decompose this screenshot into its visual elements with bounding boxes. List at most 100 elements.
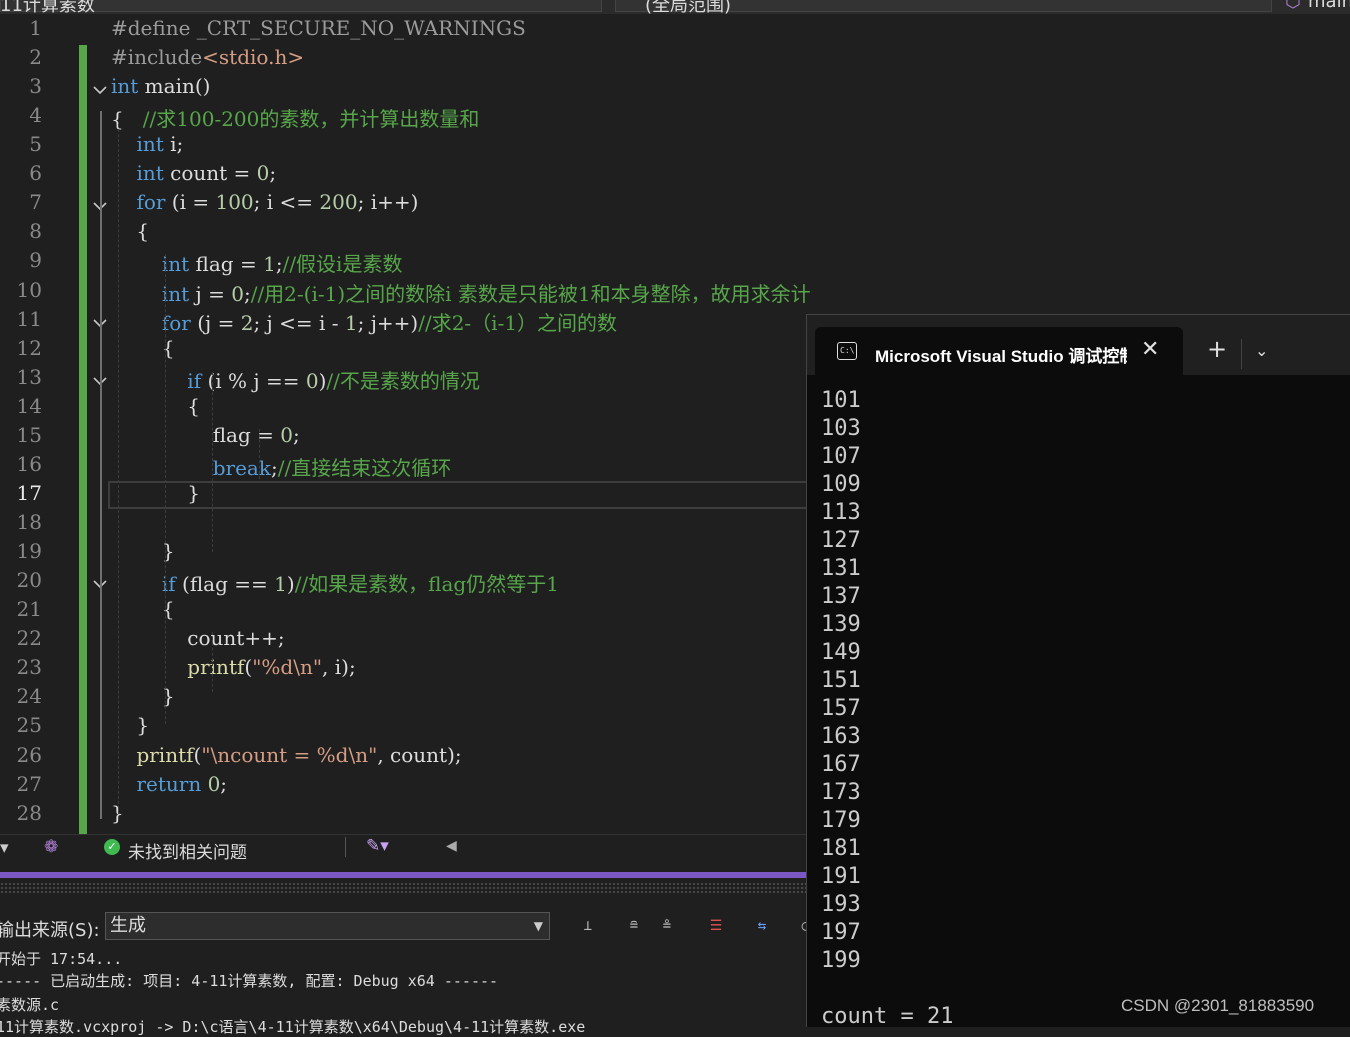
previous-message-icon[interactable]: ≘ [622, 915, 646, 937]
code-token: } [111, 480, 201, 505]
line-number: 10 [16, 277, 42, 302]
change-indicator-bar [79, 45, 87, 834]
code-editor[interactable]: 1 2 3 4 5 6 7 8 9 10 11 12 13 14 15 16 17 18 19 20 21 22 23 24 2… [0, 14, 810, 834]
code-token: 2 [240, 310, 254, 335]
code-line: printf("\ncount = %d\n", count); [111, 742, 461, 767]
code-token: ; j++) [357, 310, 419, 335]
terminal-line: 179 [821, 808, 861, 833]
line-number: 14 [16, 393, 42, 418]
code-token: //求2-（i-1）之间的数 [418, 310, 618, 335]
terminal-tab[interactable]: C:\ Microsoft Visual Studio 调试控制台 ✕ [815, 327, 1183, 375]
fold-chevron-icon[interactable] [93, 314, 107, 327]
code-token: { [111, 219, 150, 244]
chevron-down-icon: ▼ [533, 919, 543, 933]
code-token: (j = [190, 310, 241, 335]
terminal-line: 137 [821, 584, 861, 609]
code-token: ) [286, 572, 295, 597]
scope-label[interactable]: (全局范围) [645, 0, 731, 14]
tab-divider [1241, 339, 1242, 369]
next-message-icon[interactable]: ≗ [655, 915, 679, 937]
panel-splitter[interactable] [0, 872, 810, 878]
line-number: 24 [16, 684, 42, 709]
watermark: CSDN @2301_81883590 [1121, 996, 1315, 1015]
code-token: { [111, 393, 201, 418]
fold-chevron-icon[interactable] [93, 81, 107, 95]
current-line-highlight [108, 481, 808, 509]
code-line: if (flag == 1)//如果是素数，flag仍然等于1 [111, 568, 559, 597]
code-line: printf("%d\n", i); [111, 655, 355, 679]
scroll-left-icon[interactable]: ◀ [446, 838, 457, 854]
output-line: ----- 已启动生成: 项目: 4-11计算素数, 配置: Debug x64… [0, 972, 499, 990]
terminal-line: 131 [821, 556, 861, 581]
terminal-icon: C:\ [837, 342, 857, 360]
panel-grip[interactable] [0, 882, 810, 894]
code-token: for [136, 190, 166, 215]
line-number: 22 [16, 626, 42, 651]
code-token: flag = [189, 252, 264, 277]
word-wrap-icon[interactable]: ⇆ [750, 915, 774, 937]
terminal-line: 139 [821, 612, 861, 637]
code-line: int flag = 1;//假设i是素数 [111, 248, 403, 277]
terminal-line: 127 [821, 528, 861, 553]
code-token: //假设i是素数 [282, 252, 403, 277]
file-tab-label[interactable]: 11计算素数 [0, 0, 95, 14]
code-line: } [111, 481, 200, 505]
code-token: 0 [256, 161, 270, 186]
fold-chevron-icon[interactable] [93, 197, 107, 211]
chevron-down-icon[interactable]: ⌄ [1255, 341, 1268, 360]
line-number: 12 [16, 335, 42, 360]
code-token: printf [136, 742, 194, 767]
code-token: { [111, 107, 143, 132]
line-number: 9 [29, 248, 42, 273]
close-icon[interactable]: ✕ [1141, 337, 1159, 362]
line-number: 5 [29, 132, 42, 157]
code-token: "\ncount = %d\n" [201, 742, 378, 767]
code-token: count++; [111, 626, 285, 651]
code-token: 100 [215, 190, 254, 215]
code-token: ; [275, 252, 283, 277]
code-token: count = [163, 161, 257, 186]
output-source-label: 输出来源(S): [0, 920, 100, 941]
code-token: <stdio.h> [202, 45, 305, 70]
output-source-value: 生成 [110, 915, 146, 936]
code-token: ; [269, 161, 277, 186]
code-token: 0 [280, 422, 293, 447]
line-number: 26 [16, 742, 42, 767]
terminal-line: 107 [821, 444, 861, 469]
code-token: for [161, 310, 191, 335]
debug-console-window[interactable]: C:\ Microsoft Visual Studio 调试控制台 ✕ + ⌄ … [806, 314, 1350, 1029]
cleanup-brush-icon[interactable]: ✎▾ [366, 836, 389, 856]
member-label[interactable]: main [1308, 0, 1350, 12]
zoom-dropdown[interactable]: ▾ [0, 838, 9, 858]
output-source-select[interactable]: 生成 ▼ [105, 912, 550, 940]
code-token: //直接结束这次循环 [277, 455, 452, 480]
code-token: 0 [231, 281, 244, 306]
code-token: 1 [263, 252, 276, 277]
code-token: if [187, 368, 202, 393]
code-token: ; [293, 422, 300, 447]
terminal-line: 181 [821, 836, 861, 861]
code-token: int [136, 161, 164, 186]
terminal-line: 103 [821, 416, 861, 441]
issues-status[interactable]: 未找到相关问题 [128, 838, 247, 863]
find-message-icon[interactable]: ⊥ [576, 915, 600, 937]
fold-chevron-icon[interactable] [93, 372, 107, 385]
new-tab-icon[interactable]: + [1207, 335, 1227, 363]
code-token: if [161, 572, 176, 597]
copilot-icon[interactable]: ❁ [44, 837, 58, 857]
terminal-line: 163 [821, 724, 861, 749]
terminal-line: 173 [821, 780, 861, 805]
fold-chevron-icon[interactable] [93, 575, 107, 589]
code-token: #include [111, 45, 203, 70]
code-line: count++; [111, 626, 285, 651]
terminal-line: 157 [821, 696, 861, 721]
terminal-line: 191 [821, 864, 861, 889]
code-token: ; i++) [357, 190, 419, 215]
clear-all-icon[interactable]: ☰ [704, 915, 728, 937]
terminal-line: 193 [821, 892, 861, 917]
code-line: } [111, 713, 149, 737]
